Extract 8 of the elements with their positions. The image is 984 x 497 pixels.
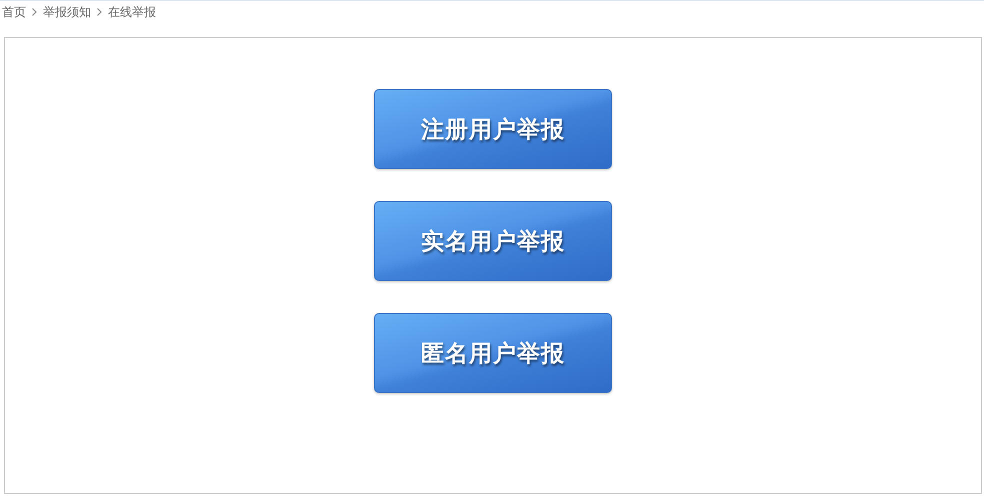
chevron-icon (97, 8, 102, 16)
report-button[interactable]: 实名用户举报 (374, 201, 612, 281)
report-button[interactable]: 匿名用户举报 (374, 313, 612, 393)
breadcrumb-link[interactable]: 举报须知 (43, 4, 91, 20)
breadcrumb-link[interactable]: 首页 (2, 4, 26, 20)
report-button[interactable]: 注册用户举报 (374, 89, 612, 169)
chevron-icon (32, 8, 37, 16)
breadcrumb-link[interactable]: 在线举报 (108, 4, 156, 20)
